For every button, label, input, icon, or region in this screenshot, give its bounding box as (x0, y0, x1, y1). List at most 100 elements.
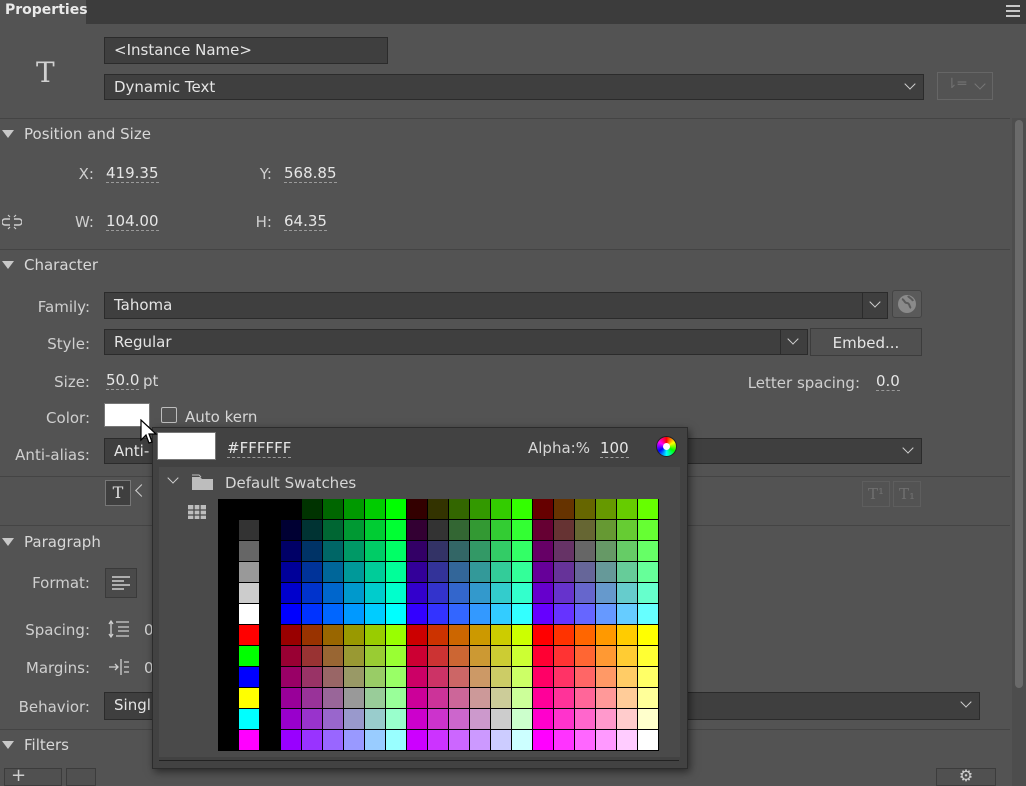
color-swatch[interactable] (302, 583, 322, 603)
color-swatch[interactable] (386, 604, 406, 624)
color-swatch[interactable] (302, 562, 322, 582)
color-swatch[interactable] (596, 604, 616, 624)
color-swatch[interactable] (617, 709, 637, 729)
color-swatch[interactable] (512, 730, 532, 750)
color-swatch[interactable] (617, 730, 637, 750)
h-value[interactable]: 64.35 (284, 212, 327, 231)
color-swatch[interactable] (365, 730, 385, 750)
color-swatch[interactable] (638, 625, 658, 645)
color-swatch[interactable] (512, 583, 532, 603)
color-swatch[interactable] (596, 688, 616, 708)
color-swatch[interactable] (617, 520, 637, 540)
color-swatch[interactable] (554, 583, 574, 603)
color-swatch[interactable] (575, 562, 595, 582)
color-swatch[interactable] (365, 688, 385, 708)
color-swatch[interactable] (533, 646, 553, 666)
color-swatch[interactable] (428, 520, 448, 540)
color-swatch[interactable] (512, 604, 532, 624)
collapse-triangle-icon[interactable] (2, 130, 14, 138)
color-swatch[interactable] (386, 583, 406, 603)
color-swatch[interactable] (533, 730, 553, 750)
color-swatch[interactable] (491, 730, 511, 750)
color-swatch[interactable] (638, 667, 658, 687)
color-swatch[interactable] (302, 667, 322, 687)
color-swatch[interactable] (575, 583, 595, 603)
color-swatch[interactable] (239, 583, 259, 603)
color-swatch[interactable] (428, 730, 448, 750)
color-swatch[interactable] (344, 709, 364, 729)
tab-properties[interactable]: Properties (0, 0, 88, 24)
color-swatch[interactable] (323, 667, 343, 687)
color-swatch[interactable] (323, 688, 343, 708)
color-swatch[interactable] (407, 688, 427, 708)
color-swatch[interactable] (638, 499, 658, 519)
color-swatch[interactable] (302, 499, 322, 519)
color-swatch[interactable] (239, 709, 259, 729)
color-swatch[interactable] (239, 562, 259, 582)
color-swatch[interactable] (344, 667, 364, 687)
color-swatch[interactable] (470, 730, 490, 750)
alpha-value[interactable]: 100 (600, 439, 629, 458)
color-swatch[interactable] (302, 520, 322, 540)
color-swatch[interactable] (470, 709, 490, 729)
color-swatch[interactable] (617, 562, 637, 582)
color-swatch[interactable] (554, 625, 574, 645)
color-swatch[interactable] (554, 730, 574, 750)
color-swatch[interactable] (323, 625, 343, 645)
color-swatch[interactable] (428, 625, 448, 645)
color-swatch[interactable] (239, 667, 259, 687)
color-swatch[interactable] (386, 625, 406, 645)
color-swatch[interactable] (428, 688, 448, 708)
color-swatch[interactable] (638, 730, 658, 750)
color-swatch[interactable] (428, 709, 448, 729)
color-swatch[interactable] (617, 625, 637, 645)
chevron-left-icon[interactable] (135, 484, 148, 497)
subscript-icon[interactable]: T₁ (893, 481, 921, 507)
color-swatch[interactable] (281, 709, 301, 729)
color-swatch[interactable] (344, 520, 364, 540)
color-swatch[interactable] (491, 541, 511, 561)
color-swatch[interactable] (386, 520, 406, 540)
color-swatch[interactable] (491, 604, 511, 624)
y-value[interactable]: 568.85 (284, 164, 337, 183)
color-swatch[interactable] (575, 625, 595, 645)
color-swatch[interactable] (533, 688, 553, 708)
color-swatch[interactable] (281, 646, 301, 666)
text-type-dropdown[interactable]: Dynamic Text (104, 74, 924, 100)
color-swatch[interactable] (281, 667, 301, 687)
color-swatch[interactable] (239, 499, 259, 519)
globe-icon[interactable] (892, 290, 922, 318)
color-swatch[interactable] (323, 646, 343, 666)
color-swatch[interactable] (596, 667, 616, 687)
color-swatch[interactable] (491, 709, 511, 729)
color-swatch[interactable] (617, 688, 637, 708)
color-swatch[interactable] (554, 667, 574, 687)
color-swatch[interactable] (596, 520, 616, 540)
color-swatch[interactable] (386, 541, 406, 561)
color-swatch[interactable] (470, 688, 490, 708)
color-swatch[interactable] (365, 562, 385, 582)
color-swatch[interactable] (533, 520, 553, 540)
color-swatch[interactable] (239, 520, 259, 540)
color-swatch[interactable] (638, 583, 658, 603)
color-swatch[interactable] (428, 583, 448, 603)
color-swatch[interactable] (575, 604, 595, 624)
superscript-icon[interactable]: T¹ (862, 481, 890, 507)
color-swatch[interactable] (638, 562, 658, 582)
color-swatch[interactable] (470, 562, 490, 582)
color-swatch[interactable] (575, 688, 595, 708)
color-swatch[interactable] (617, 667, 637, 687)
color-swatch[interactable] (575, 730, 595, 750)
color-swatch[interactable] (386, 562, 406, 582)
color-swatch[interactable] (428, 604, 448, 624)
color-swatch[interactable] (323, 562, 343, 582)
color-swatch[interactable] (407, 730, 427, 750)
color-swatch[interactable] (365, 604, 385, 624)
color-swatch[interactable] (323, 604, 343, 624)
color-swatch[interactable] (449, 709, 469, 729)
color-swatch[interactable] (302, 688, 322, 708)
color-swatch[interactable] (512, 709, 532, 729)
color-swatch[interactable] (512, 667, 532, 687)
color-swatch[interactable] (470, 604, 490, 624)
color-swatch[interactable] (302, 730, 322, 750)
